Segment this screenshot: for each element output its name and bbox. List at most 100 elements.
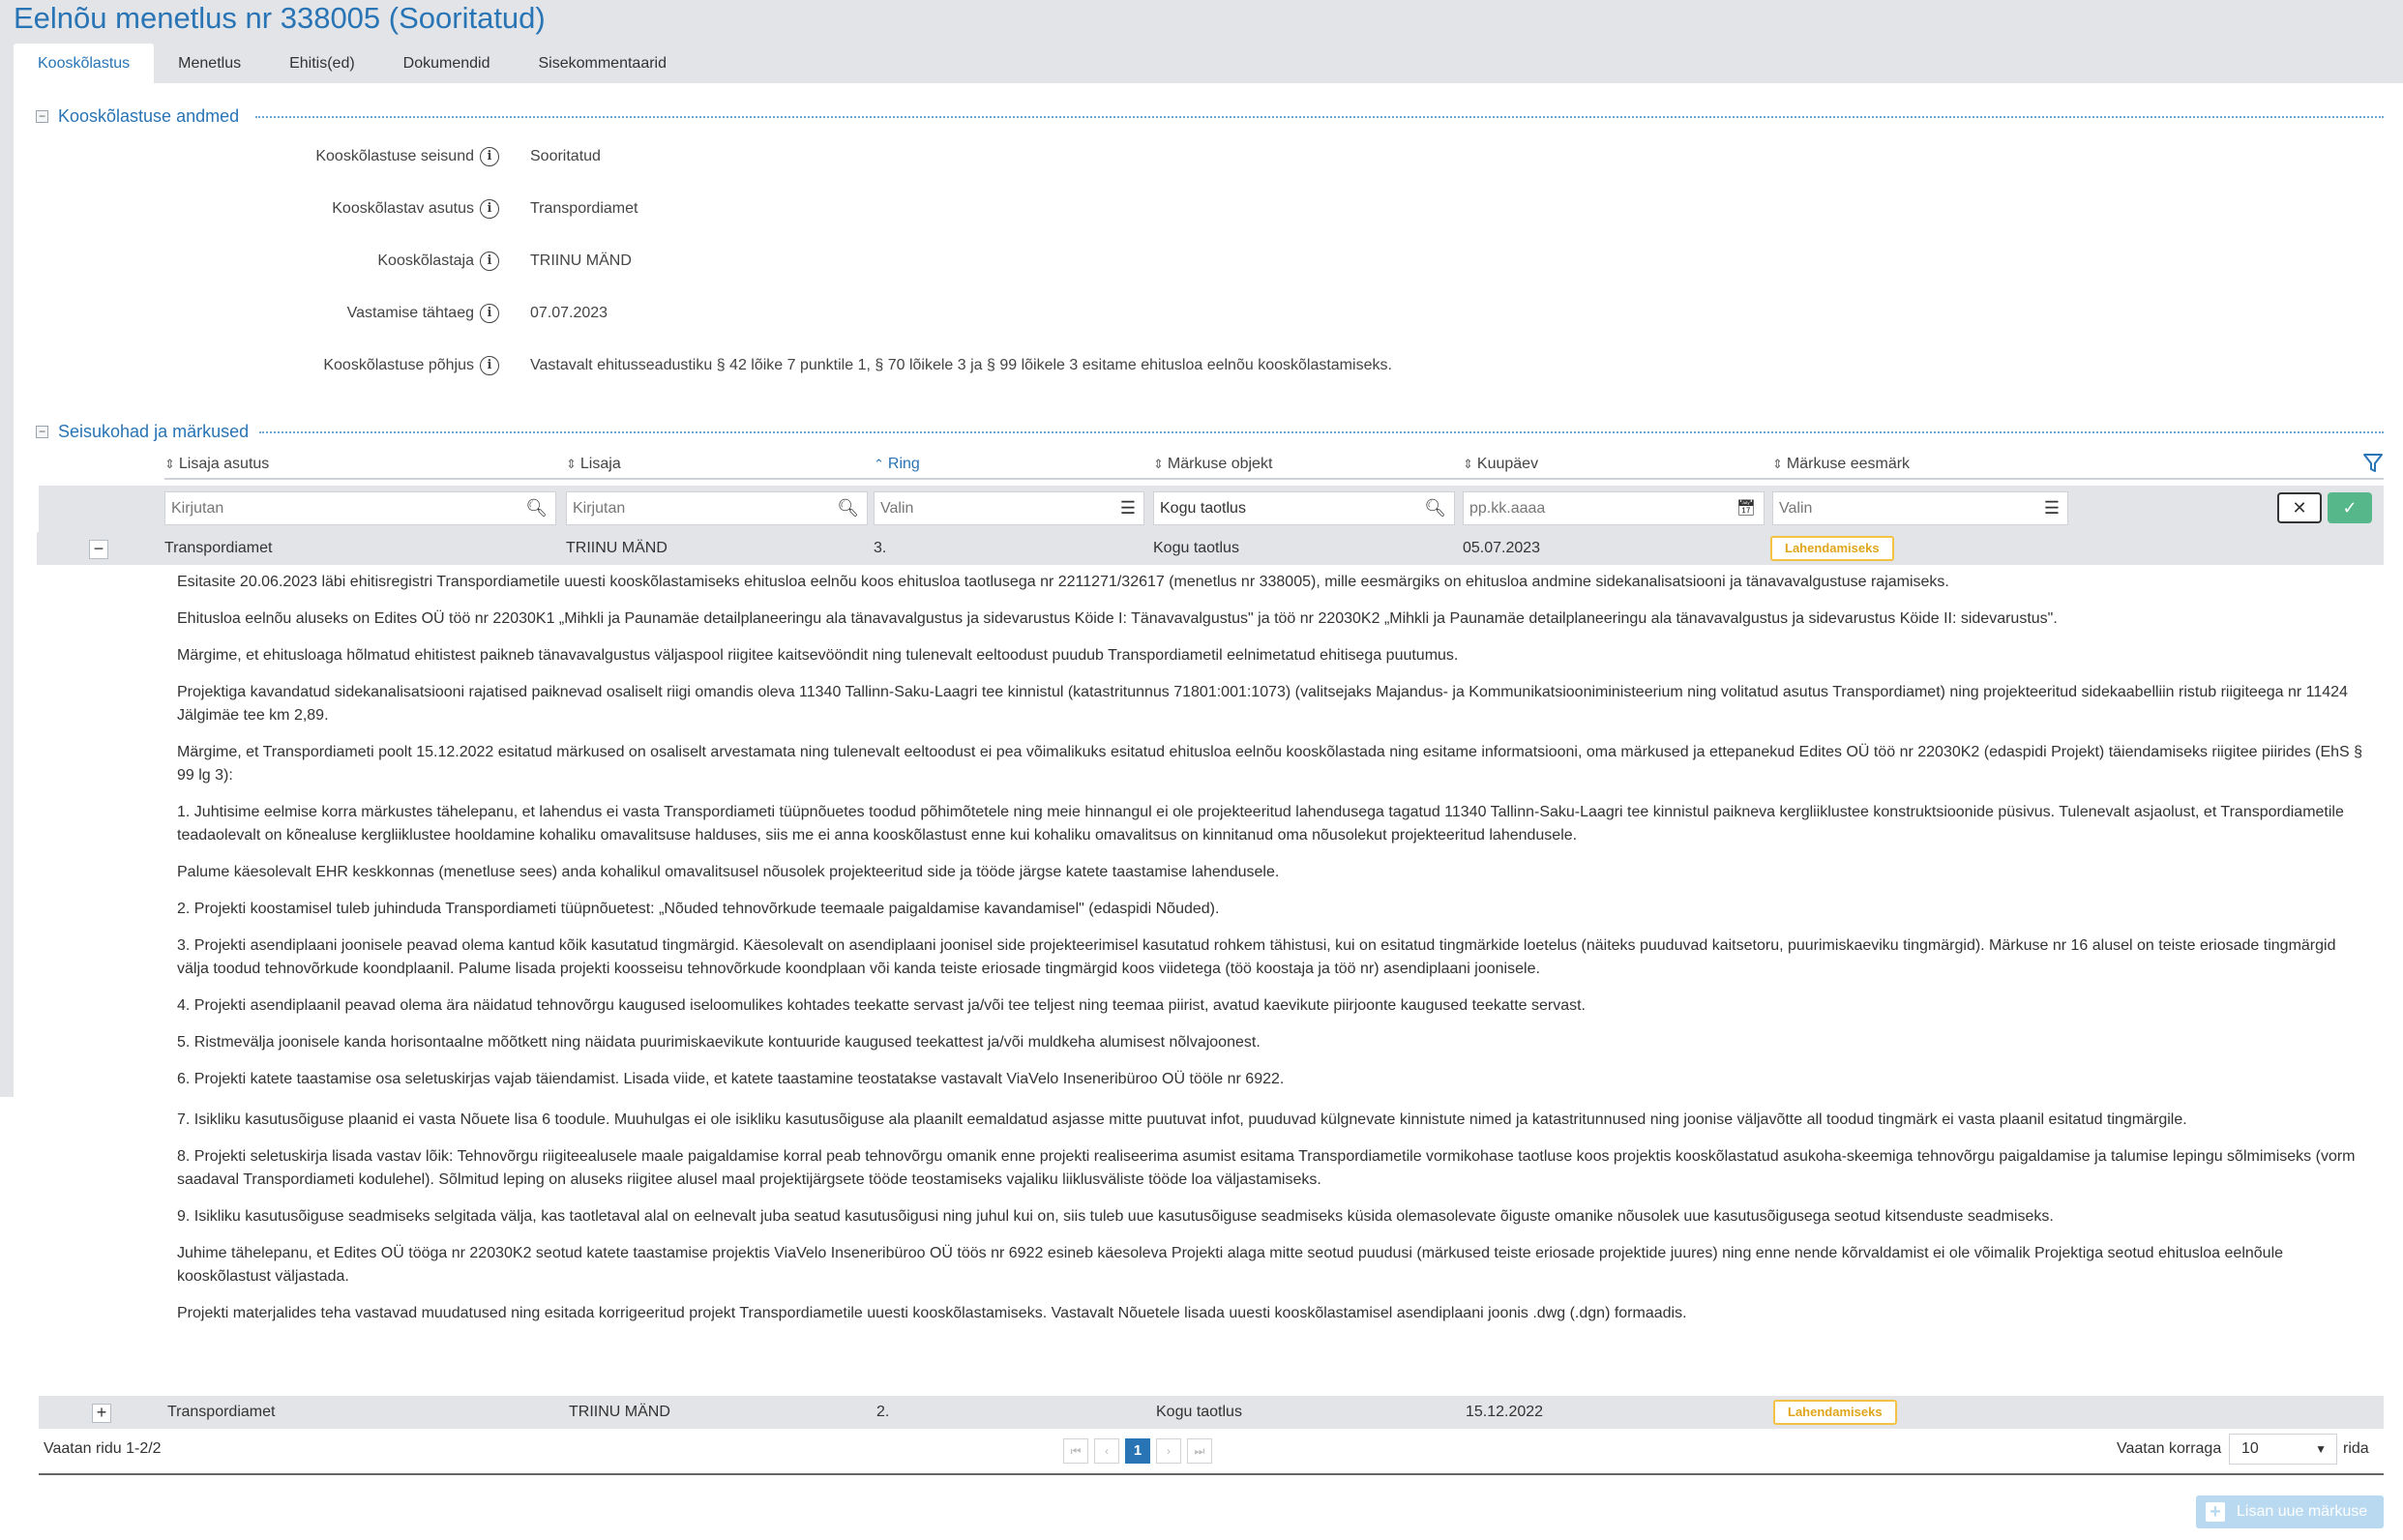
- per-page-select[interactable]: 10 ▼: [2229, 1434, 2337, 1465]
- status-badge: Lahendamiseks: [1773, 1400, 1897, 1425]
- field-pohjus: Kooskõlastuse põhjus i Vastavalt ehituss…: [0, 352, 1935, 379]
- sort-ascending-icon: ⌃: [874, 457, 884, 471]
- field-label: Vastamise tähtaeg: [346, 305, 474, 321]
- table-row[interactable]: + Transpordiamet TRIINU MÄND 2. Kogu tao…: [39, 1396, 2384, 1429]
- filter-lisaja[interactable]: Kirjutan 🔍︎: [566, 491, 868, 525]
- cell-kuupaev: 15.12.2022: [1466, 1404, 1544, 1420]
- comment-paragraph: Projektiga kavandatud sidekanalisatsioon…: [177, 684, 2348, 724]
- comment-paragraph: Palume käesolevalt EHR keskkonnas (menet…: [177, 864, 1280, 880]
- expand-row-icon[interactable]: +: [92, 1404, 111, 1423]
- column-header-lisaja-asutus[interactable]: ⇕ Lisaja asutus: [164, 451, 269, 478]
- info-icon[interactable]: i: [480, 304, 499, 323]
- filter-placeholder: Valin: [1779, 500, 1813, 517]
- left-margin: [0, 83, 14, 1097]
- first-page-button[interactable]: ⏮︎: [1063, 1438, 1088, 1464]
- tab-sisekommentaarid[interactable]: Sisekommentaarid: [515, 44, 692, 83]
- section-title: Kooskõlastuse andmed: [58, 105, 240, 126]
- field-tahtaeg: Vastamise tähtaeg i 07.07.2023: [0, 300, 1935, 327]
- filter-kuupaev[interactable]: pp.kk.aaaa 📅︎: [1463, 491, 1765, 525]
- sort-icon: ⇕: [1772, 457, 1783, 471]
- field-value: Vastavalt ehitusseadustiku § 42 lõike 7 …: [530, 357, 1392, 373]
- close-icon: ✕: [2292, 498, 2307, 518]
- column-header-markuse-objekt[interactable]: ⇕ Märkuse objekt: [1153, 451, 1272, 478]
- comment-paragraph: Juhime tähelepanu, et Edites OÜ tööga nr…: [177, 1245, 2284, 1285]
- comment-paragraph: Märgime, et ehitusloaga hõlmatud ehitist…: [177, 647, 1459, 664]
- filter-markuse-eesmark[interactable]: Valin ☰: [1772, 491, 2068, 525]
- search-icon[interactable]: 🔍︎: [525, 492, 548, 524]
- filter-placeholder: pp.kk.aaaa: [1469, 500, 1546, 517]
- field-value: Sooritatud: [530, 148, 601, 164]
- collapse-row-icon[interactable]: −: [89, 540, 108, 559]
- filter-icon[interactable]: [2362, 453, 2384, 474]
- prev-page-button[interactable]: ‹: [1094, 1438, 1119, 1464]
- filter-markuse-objekt[interactable]: Kogu taotlus 🔍︎: [1153, 491, 1455, 525]
- comment-paragraph: 8. Projekti seletuskirja lisada vastav l…: [177, 1148, 2356, 1188]
- table-row[interactable]: − Transpordiamet TRIINU MÄND 3. Kogu tao…: [37, 532, 2384, 565]
- tab-bar: Kooskõlastus Menetlus Ehitis(ed) Dokumen…: [14, 44, 691, 83]
- field-kooskolastaja: Kooskõlastaja i TRIINU MÄND: [0, 248, 1935, 275]
- column-label: Märkuse objekt: [1167, 456, 1273, 472]
- add-remark-button[interactable]: + Lisan uue märkuse: [2196, 1496, 2384, 1528]
- list-icon[interactable]: ☰: [2044, 492, 2060, 524]
- column-label: Lisaja asutus: [178, 456, 270, 472]
- filter-ring[interactable]: Valin ☰: [874, 491, 1144, 525]
- tab-dokumendid[interactable]: Dokumendid: [379, 44, 515, 83]
- column-label: Kuupäev: [1476, 456, 1539, 472]
- sort-icon: ⇕: [566, 457, 577, 471]
- tab-ehitised[interactable]: Ehitis(ed): [265, 44, 379, 83]
- page-button-current[interactable]: 1: [1125, 1438, 1150, 1464]
- per-page-value: 10: [2241, 1440, 2259, 1457]
- info-icon[interactable]: i: [480, 199, 499, 219]
- filter-placeholder: Kirjutan: [573, 500, 626, 517]
- section-divider: [259, 431, 2384, 433]
- chevron-down-icon: ▼: [2315, 1442, 2327, 1456]
- status-badge: Lahendamiseks: [1770, 536, 1894, 561]
- calendar-icon[interactable]: 📅︎: [1736, 492, 1756, 524]
- table-bottom-divider: [39, 1473, 2384, 1475]
- comment-paragraph: 5. Ristmevälja joonisele kanda horisonta…: [177, 1034, 1261, 1051]
- collapse-icon[interactable]: −: [36, 425, 48, 438]
- comment-paragraph: 4. Projekti asendiplaanil peavad olema ä…: [177, 997, 1586, 1014]
- tab-kooskolastus[interactable]: Kooskõlastus: [14, 44, 155, 83]
- filter-value: Kogu taotlus: [1160, 500, 1246, 517]
- comment-paragraph: 6. Projekti katete taastamise osa seletu…: [177, 1071, 1285, 1087]
- info-icon[interactable]: i: [480, 147, 499, 166]
- list-icon[interactable]: ☰: [1120, 492, 1136, 524]
- next-page-button[interactable]: ›: [1156, 1438, 1181, 1464]
- table-header-divider: [164, 478, 2384, 480]
- field-asutus: Kooskõlastav asutus i Transpordiamet: [0, 195, 1935, 222]
- column-header-lisaja[interactable]: ⇕ Lisaja: [566, 451, 621, 478]
- cell-objekt: Kogu taotlus: [1156, 1404, 1242, 1420]
- last-page-button[interactable]: ⏭︎: [1187, 1438, 1212, 1464]
- comment-paragraph: 1. Juhtisime eelmise korra märkustes täh…: [177, 804, 2344, 844]
- sort-icon: ⇕: [164, 457, 175, 471]
- cell-lisaja: TRIINU MÄND: [569, 1404, 670, 1420]
- column-header-kuupaev[interactable]: ⇕ Kuupäev: [1463, 451, 1538, 478]
- cell-ring: 2.: [876, 1404, 890, 1420]
- tab-menetlus[interactable]: Menetlus: [154, 44, 265, 83]
- collapse-icon[interactable]: −: [36, 109, 48, 123]
- search-icon[interactable]: 🔍︎: [1424, 492, 1446, 524]
- section-title: Seisukohad ja märkused: [58, 421, 250, 441]
- comment-detail: Esitasite 20.06.2023 läbi ehitisregistri…: [177, 571, 2367, 1335]
- info-icon[interactable]: i: [480, 356, 499, 375]
- comment-paragraph: 3. Projekti asendiplaani joonisele peava…: [177, 937, 2336, 977]
- comment-paragraph: Märgime, et Transpordiameti poolt 15.12.…: [177, 744, 2363, 784]
- per-page-label: Vaatan korraga: [2117, 1440, 2222, 1457]
- filter-placeholder: Kirjutan: [171, 500, 224, 517]
- info-icon[interactable]: i: [480, 252, 499, 271]
- apply-filters-button[interactable]: ✓: [2328, 492, 2372, 523]
- cell-asutus: Transpordiamet: [164, 540, 273, 556]
- section-kooskolastuse-andmed-header: − Kooskõlastuse andmed: [36, 104, 247, 129]
- column-header-markuse-eesmark[interactable]: ⇕ Märkuse eesmärk: [1772, 451, 1910, 478]
- field-label: Kooskõlastuse seisund: [315, 148, 474, 164]
- search-icon[interactable]: 🔍︎: [837, 492, 859, 524]
- filter-lisaja-asutus[interactable]: Kirjutan 🔍︎: [164, 491, 556, 525]
- field-seisund: Kooskõlastuse seisund i Sooritatud: [0, 143, 1935, 170]
- rows-info: Vaatan ridu 1-2/2: [44, 1440, 162, 1457]
- column-header-ring[interactable]: ⌃ Ring: [874, 451, 920, 478]
- add-remark-label: Lisan uue märkuse: [2237, 1503, 2368, 1520]
- field-label: Kooskõlastav asutus: [332, 200, 474, 217]
- clear-filters-button[interactable]: ✕: [2277, 492, 2322, 523]
- column-label: Märkuse eesmärk: [1786, 456, 1911, 472]
